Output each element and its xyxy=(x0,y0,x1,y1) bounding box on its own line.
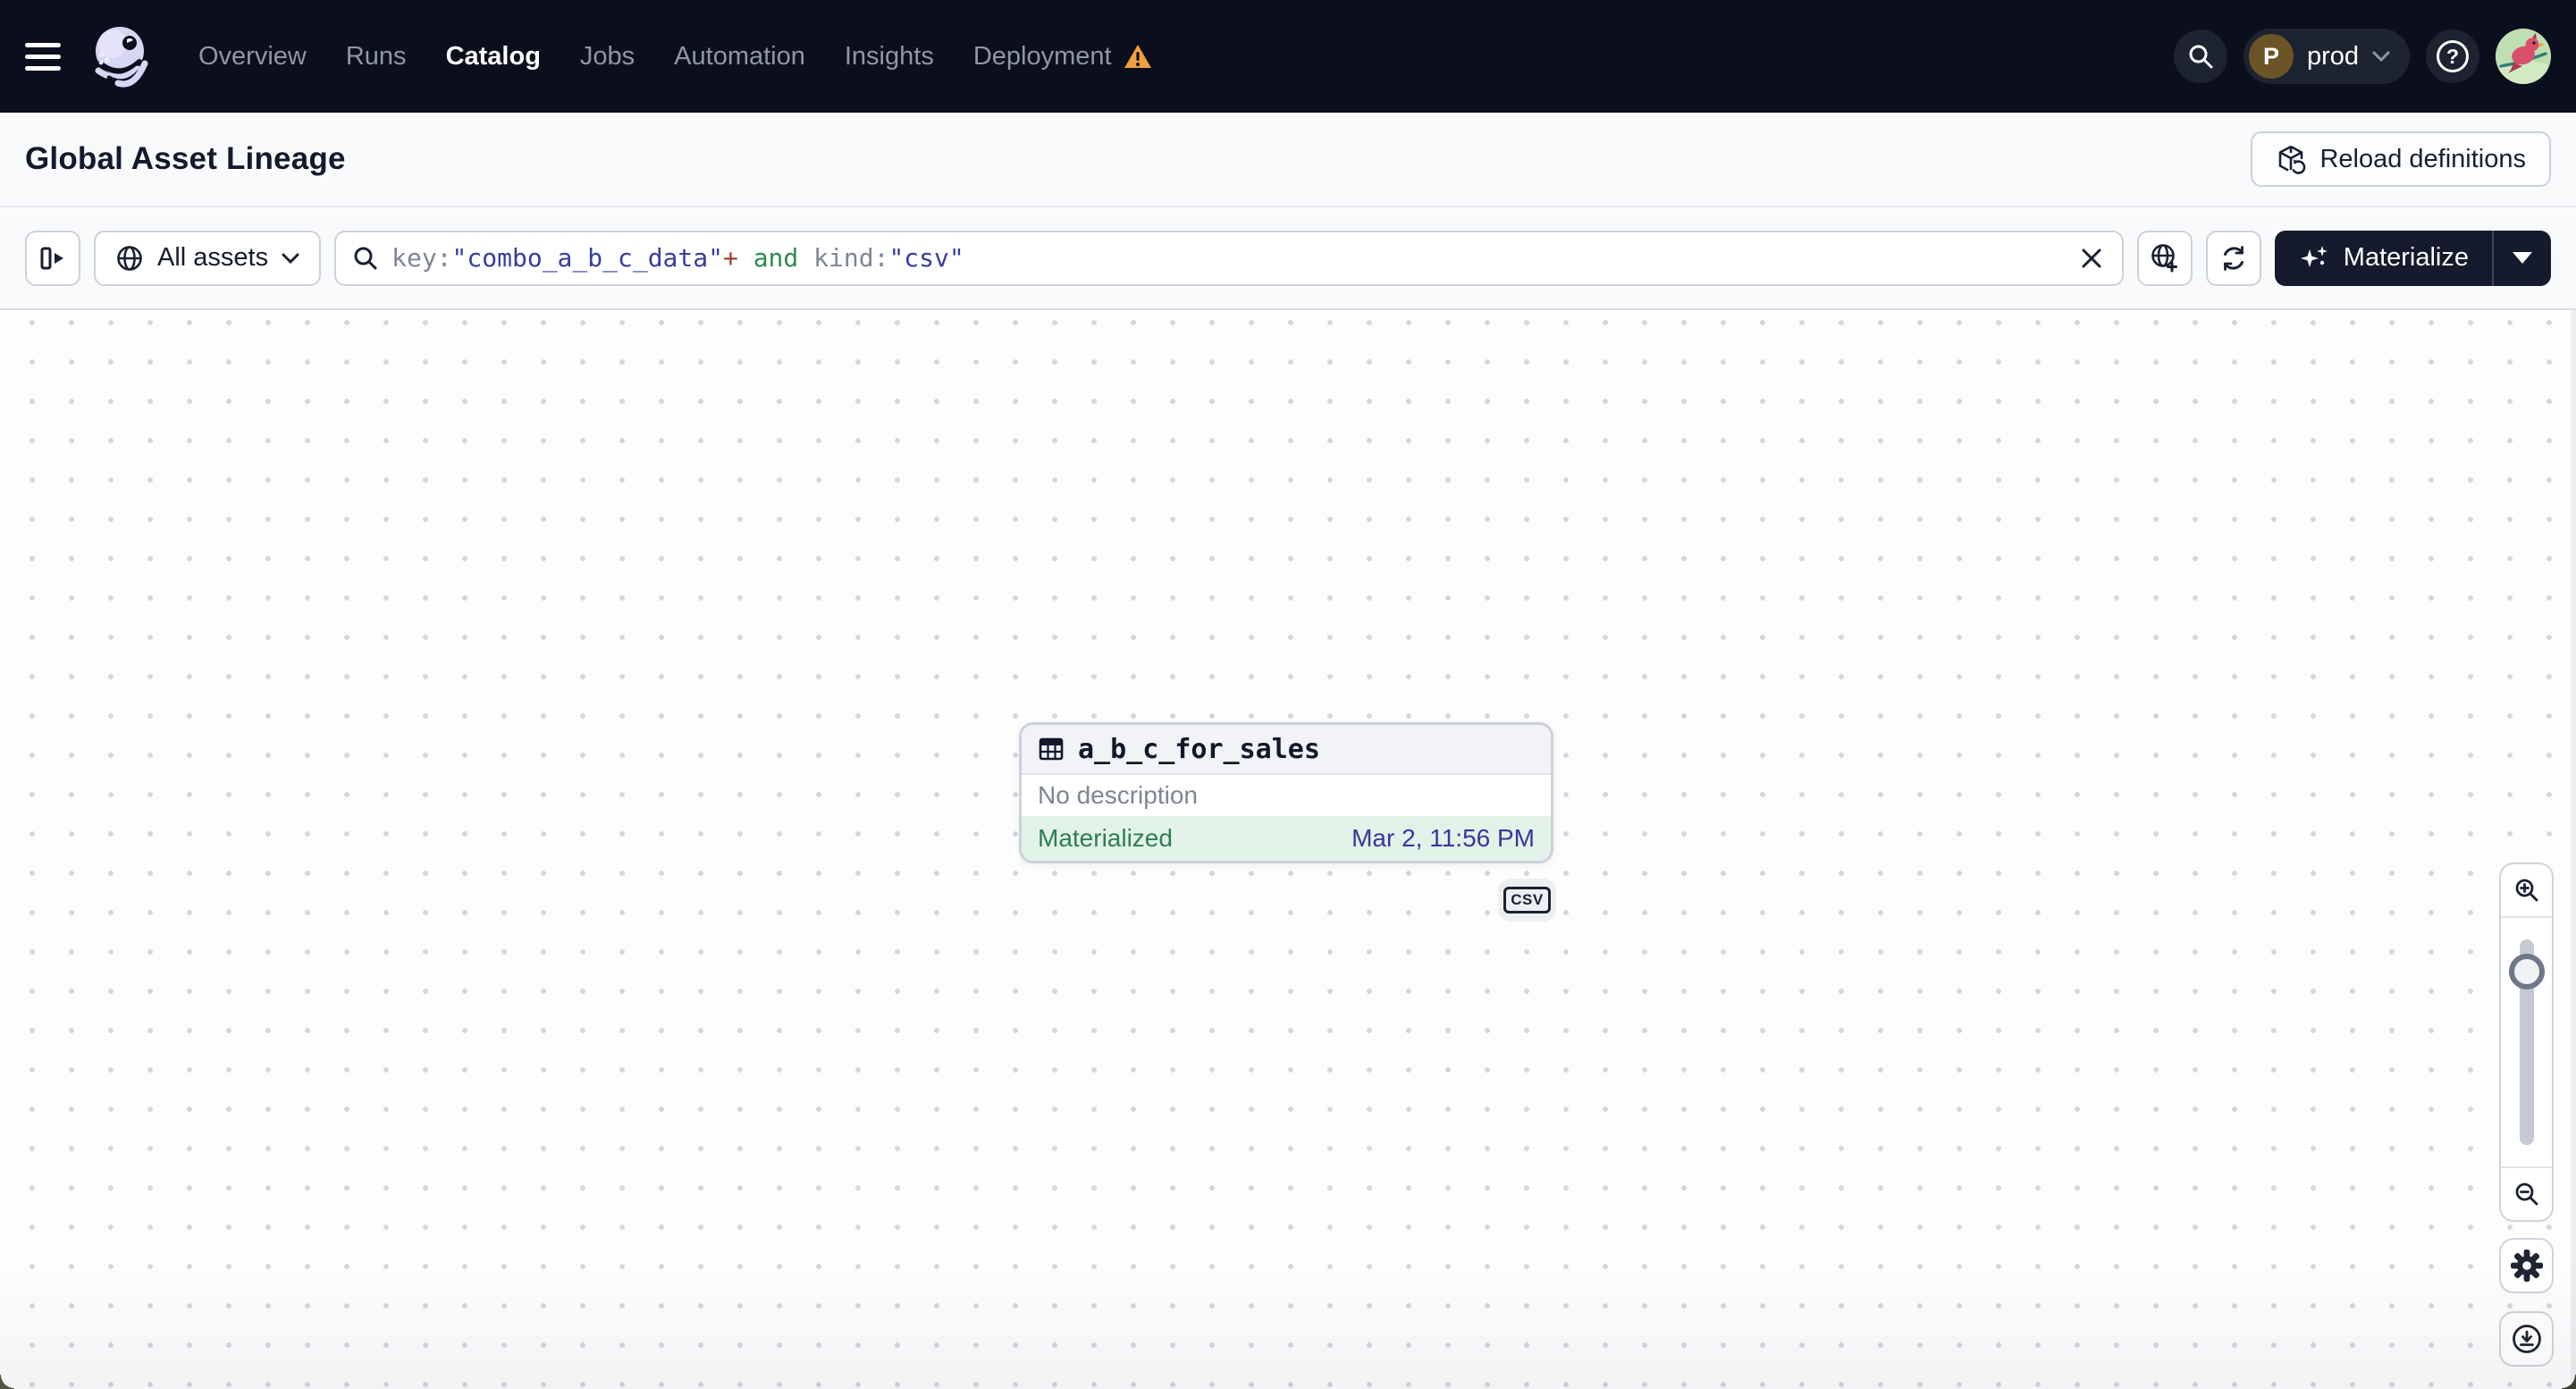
refresh-button[interactable] xyxy=(2205,230,2261,286)
zoom-slider xyxy=(2501,918,2552,1166)
lineage-canvas[interactable]: a_b_c_for_sales No description Materiali… xyxy=(0,308,2576,1389)
nav-item-jobs[interactable]: Jobs xyxy=(580,42,635,72)
deployment-switcher[interactable]: P prod xyxy=(2243,29,2410,84)
materialize-options-button[interactable] xyxy=(2494,231,2551,286)
asset-filter-label: All assets xyxy=(157,243,269,272)
nav-item-insights[interactable]: Insights xyxy=(845,42,934,72)
caret-down-icon xyxy=(2513,252,2532,264)
asset-node-description: No description xyxy=(1038,781,1198,809)
page-header: Global Asset Lineage Reload definitions xyxy=(0,113,2576,207)
hamburger-menu-button[interactable] xyxy=(25,33,72,80)
asset-search-input[interactable]: key:"combo_a_b_c_data"+ and kind:"csv" xyxy=(334,230,2124,286)
user-avatar[interactable] xyxy=(2496,29,2551,84)
asset-group-filter-button[interactable]: All assets xyxy=(94,230,322,286)
materialize-button[interactable]: Materialize xyxy=(2275,231,2492,286)
nav-item-catalog[interactable]: Catalog xyxy=(446,42,541,72)
top-nav: Overview Runs Catalog Jobs Automation In… xyxy=(0,0,2576,113)
zoom-controls xyxy=(2499,863,2554,1222)
zoom-in-icon xyxy=(2513,877,2540,904)
globe-icon xyxy=(115,244,144,273)
nav-item-deployment[interactable]: Deployment xyxy=(973,42,1152,72)
globe-add-icon xyxy=(2150,243,2180,274)
help-icon: ? xyxy=(2437,40,2469,72)
bird-avatar-icon xyxy=(2496,29,2551,84)
chevron-down-icon xyxy=(2372,51,2390,62)
table-icon xyxy=(1038,736,1065,762)
refresh-icon xyxy=(2218,243,2249,274)
canvas-bottom-fade xyxy=(0,1264,2576,1389)
sparkles-icon xyxy=(2298,242,2330,274)
global-search-button[interactable] xyxy=(2173,29,2227,83)
nav-item-overview[interactable]: Overview xyxy=(198,42,307,72)
zoom-slider-handle[interactable] xyxy=(2508,954,2545,989)
search-icon xyxy=(2187,43,2214,70)
graph-settings-button[interactable] xyxy=(2499,1238,2554,1293)
zoom-out-button[interactable] xyxy=(2501,1166,2552,1220)
dagster-logo-icon[interactable] xyxy=(88,22,156,90)
reload-definitions-button[interactable]: Reload definitions xyxy=(2251,131,2551,187)
fit-graph-button[interactable] xyxy=(2136,230,2193,286)
gear-icon xyxy=(2510,1249,2544,1283)
page-title: Global Asset Lineage xyxy=(25,141,346,176)
reload-definitions-label: Reload definitions xyxy=(2319,144,2526,173)
asset-node-footer: Materialized Mar 2, 11:56 PM xyxy=(1022,816,1551,861)
primary-nav-links: Overview Runs Catalog Jobs Automation In… xyxy=(198,42,1152,72)
download-icon xyxy=(2511,1323,2543,1355)
help-button[interactable]: ? xyxy=(2426,29,2479,83)
chevron-down-icon xyxy=(282,253,299,264)
asset-node-title: a_b_c_for_sales xyxy=(1078,733,1320,765)
download-image-button[interactable] xyxy=(2499,1311,2554,1367)
zoom-in-button[interactable] xyxy=(2501,864,2552,918)
panel-toggle-icon xyxy=(38,244,67,273)
window-corner-artifact xyxy=(0,1375,14,1389)
asset-node-a_b_c_for_sales[interactable]: a_b_c_for_sales No description Materiali… xyxy=(1019,722,1553,863)
csv-icon: CSV xyxy=(1503,887,1551,913)
materialize-label: Materialize xyxy=(2343,243,2469,272)
clear-search-button[interactable] xyxy=(2068,235,2115,282)
materialization-timestamp[interactable]: Mar 2, 11:56 PM xyxy=(1351,824,1535,853)
status-badge: Materialized xyxy=(1038,824,1173,852)
asset-node-header: a_b_c_for_sales xyxy=(1022,725,1551,775)
open-side-panel-button[interactable] xyxy=(25,230,80,286)
search-query-text: key:"combo_a_b_c_data"+ and kind:"csv" xyxy=(391,243,964,273)
materialize-split-button: Materialize xyxy=(2274,230,2551,286)
deployment-avatar: P xyxy=(2248,34,2294,79)
deployment-name: prod xyxy=(2306,41,2359,71)
warning-icon xyxy=(1124,43,1152,70)
scrollbar-track[interactable] xyxy=(2571,310,2576,1389)
search-icon xyxy=(352,245,379,272)
nav-right-cluster: P prod ? xyxy=(2173,29,2551,84)
nav-item-automation[interactable]: Automation xyxy=(674,42,805,72)
asset-kind-tag-csv[interactable]: CSV xyxy=(1498,879,1556,922)
reload-package-icon xyxy=(2276,144,2306,174)
close-x-icon xyxy=(2080,247,2103,270)
lineage-toolbar: All assets key:"combo_a_b_c_data"+ and k… xyxy=(0,207,2576,308)
zoom-out-icon xyxy=(2513,1181,2540,1208)
nav-item-runs[interactable]: Runs xyxy=(346,42,407,72)
